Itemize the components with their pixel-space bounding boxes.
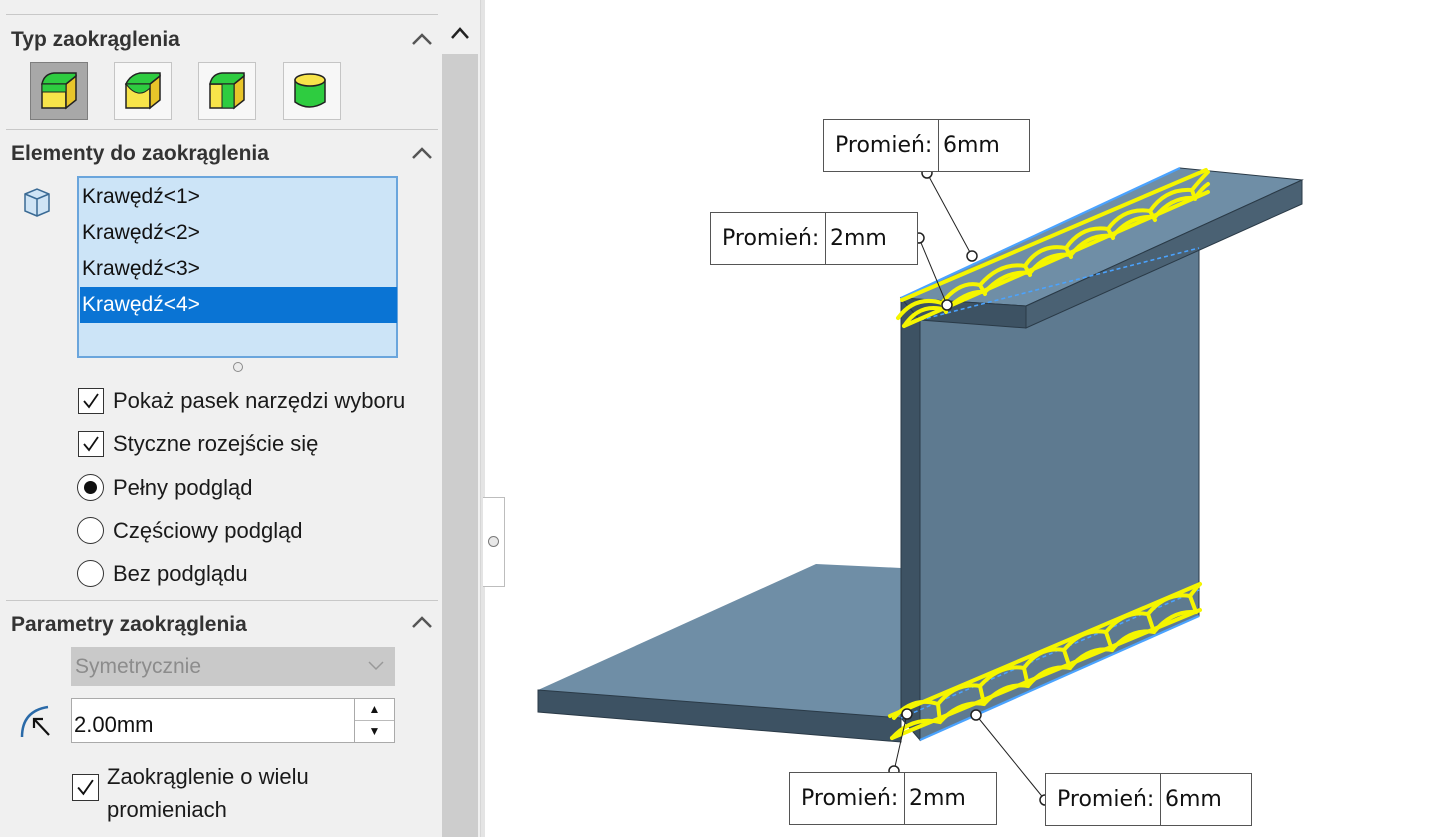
show-selection-toolbar-checkbox[interactable] <box>78 388 104 414</box>
list-item[interactable]: Krawędź<3> <box>80 251 397 287</box>
spinner-down-button[interactable]: ▼ <box>355 721 394 742</box>
face-fillet-icon <box>209 72 245 110</box>
edge-selection-list[interactable]: Krawędź<1> Krawędź<2> Krawędź<3> Krawędź… <box>77 176 398 358</box>
section-divider <box>6 129 438 130</box>
no-preview-label: Bez podglądu <box>113 561 248 586</box>
radius-input[interactable] <box>71 698 355 743</box>
tangent-propagation-checkbox[interactable] <box>78 431 104 457</box>
fillet-params-title: Parametry zaokrąglenia <box>11 613 247 636</box>
section-divider <box>6 600 438 601</box>
radius-callout[interactable]: Promień: 2mm <box>710 212 918 265</box>
radius-callout-label: Promień: <box>824 120 940 171</box>
radius-callout-value[interactable]: 2mm <box>825 213 887 264</box>
partial-preview-label: Częściowy podgląd <box>113 518 303 543</box>
full-preview-radio[interactable] <box>77 474 104 501</box>
fillet-type-title: Typ zaokrąglenia <box>11 28 180 51</box>
web-side-face[interactable] <box>900 296 921 742</box>
collapse-chevron-up-icon[interactable] <box>410 28 434 52</box>
show-selection-toolbar-label: Pokaż pasek narzędzi wyboru <box>113 388 406 413</box>
chevron-down-icon <box>368 661 384 671</box>
no-preview-radio[interactable] <box>77 560 104 587</box>
constant-size-fillet-icon <box>41 72 77 110</box>
radius-callout[interactable]: Promień: 2mm <box>789 772 997 825</box>
panel-border <box>480 0 485 837</box>
radius-callout-label: Promień: <box>711 213 827 264</box>
collapse-chevron-up-icon[interactable] <box>410 611 434 635</box>
multi-radius-label: Zaokrąglenie o wielu promieniach <box>107 764 309 822</box>
scrollbar-thumb[interactable] <box>442 54 478 837</box>
list-item-selected[interactable]: Krawędź<4> <box>80 287 397 323</box>
collapse-chevron-up-icon[interactable] <box>410 142 434 166</box>
panel-collapse-handle[interactable] <box>483 497 505 587</box>
list-item[interactable]: Krawędź<1> <box>80 179 397 215</box>
full-round-fillet-icon <box>294 73 326 108</box>
list-item[interactable]: Krawędź<2> <box>80 215 397 251</box>
multi-radius-checkbox[interactable] <box>72 774 99 801</box>
profile-select-dropdown[interactable]: Symetrycznie <box>71 647 395 686</box>
variable-size-fillet-icon <box>124 72 161 110</box>
face-fillet-button[interactable] <box>198 62 256 120</box>
partial-preview-radio[interactable] <box>77 517 104 544</box>
radius-icon <box>20 705 50 738</box>
radius-spinner[interactable]: ▲ ▼ <box>354 698 395 743</box>
radius-callout-value[interactable]: 6mm <box>1160 774 1222 825</box>
radius-callout-label: Promień: <box>1046 774 1162 825</box>
items-to-fillet-title: Elementy do zaokrąglenia <box>11 142 269 165</box>
radius-callout-value[interactable]: 2mm <box>904 773 966 824</box>
profile-select-value: Symetrycznie <box>75 655 202 678</box>
top-divider <box>6 14 438 15</box>
constant-size-fillet-button[interactable] <box>30 62 88 120</box>
radius-callout[interactable]: Promień: 6mm <box>1045 773 1252 826</box>
full-round-fillet-button[interactable] <box>283 62 341 120</box>
spinner-up-button[interactable]: ▲ <box>355 699 394 721</box>
list-resize-handle[interactable] <box>233 362 243 372</box>
radius-callout-value[interactable]: 6mm <box>938 120 1000 171</box>
checkmark-icon <box>83 393 99 409</box>
checkmark-icon <box>77 779 94 796</box>
panel-scrollbar[interactable] <box>440 0 480 837</box>
edge-selection-icon <box>24 188 50 217</box>
full-preview-label: Pełny podgląd <box>113 475 253 500</box>
checkmark-icon <box>83 436 99 452</box>
graphics-viewport[interactable]: Promień: 6mm Promień: 2mm Promień: 2mm P… <box>505 0 1440 837</box>
tangent-propagation-label: Styczne rozejście się <box>113 431 319 456</box>
radius-callout-label: Promień: <box>790 773 906 824</box>
scroll-up-arrow-icon[interactable] <box>442 14 478 52</box>
variable-size-fillet-button[interactable] <box>114 62 172 120</box>
fillet-property-manager: Typ zaokrąglenia Elementy do zaokrągleni… <box>0 0 440 837</box>
radius-callout[interactable]: Promień: 6mm <box>823 119 1030 172</box>
